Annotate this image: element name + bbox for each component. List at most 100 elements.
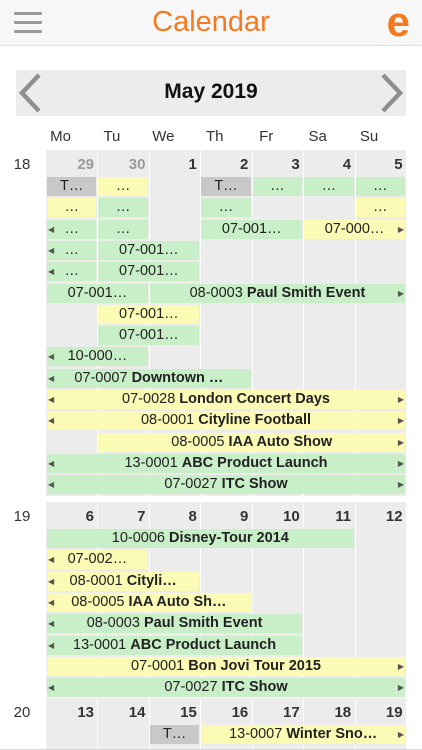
day-number[interactable]: 14 xyxy=(101,704,148,721)
event-bar[interactable]: … xyxy=(201,198,251,218)
continue-left-icon: ◀ xyxy=(48,640,55,650)
brand-logo[interactable]: e xyxy=(387,1,410,43)
event-bar[interactable]: 07-000… ▶ xyxy=(304,219,405,239)
event-bar[interactable]: … xyxy=(98,198,148,218)
day-number[interactable]: 3 xyxy=(256,156,303,173)
event-code: 10-0006 xyxy=(111,530,165,546)
event-bar[interactable]: ◀ 07-0028 London Concert Days ▶ xyxy=(47,390,405,409)
event-code: … xyxy=(64,199,79,216)
event-code: … xyxy=(115,178,131,194)
event-code: 13-0001 xyxy=(73,636,127,653)
day-number[interactable]: 6 xyxy=(50,508,97,525)
continue-right-icon: ▶ xyxy=(397,683,404,693)
event-bar[interactable]: ◀ 10-000… xyxy=(47,347,148,367)
event-title: Paul Smith Event xyxy=(246,284,366,301)
event-bar[interactable]: 07-0001 Bon Jovi Tour 2015 ▶ xyxy=(47,656,405,676)
event-bar[interactable]: ◀ 07-002… xyxy=(47,550,148,570)
event-bar[interactable]: 07-001… xyxy=(47,283,148,303)
event-code: 07-001… xyxy=(221,220,282,237)
event-bar[interactable]: … xyxy=(355,198,405,218)
event-code: 07-000… xyxy=(324,220,385,237)
continue-left-icon: ◀ xyxy=(48,352,55,362)
event-bar[interactable]: T… xyxy=(201,177,251,196)
day-number[interactable]: 10 xyxy=(256,508,303,525)
event-title: IAA Auto Sh… xyxy=(128,593,227,610)
event-bar[interactable]: ◀ 08-0003 Paul Smith Event xyxy=(47,614,303,634)
event-bar[interactable]: 07-001… xyxy=(98,326,200,346)
event-code: 07-0001 xyxy=(131,657,185,674)
event-title: Disney-Tour 2014 xyxy=(169,530,289,546)
event-bar[interactable]: … xyxy=(98,177,148,196)
event-bar[interactable]: ◀ 07-0027 ITC Show ▶ xyxy=(47,678,405,698)
event-bar[interactable]: … xyxy=(355,177,405,196)
event-bar[interactable]: ◀ 13-0001 ABC Product Launch xyxy=(47,635,303,655)
event-bar[interactable]: ◀ 08-0001 Cityline Football ▶ xyxy=(47,411,405,431)
day-number[interactable]: 17 xyxy=(256,704,303,721)
event-code: 08-0005 xyxy=(171,433,225,450)
event-bar[interactable]: 07-001… xyxy=(98,304,200,324)
event-bar[interactable]: ◀ 08-0005 IAA Auto Sh… xyxy=(47,592,251,612)
event-bar[interactable]: ◀ 08-0001 Cityli… xyxy=(47,571,200,591)
continue-left-icon: ◀ xyxy=(48,619,55,629)
event-title: ABC Product Launch xyxy=(130,636,277,653)
event-bar[interactable]: ◀ 07-0027 ITC Show ▶ xyxy=(47,475,405,495)
event-bar[interactable]: … xyxy=(304,177,354,196)
event-code: 08-0005 xyxy=(71,593,125,610)
chevron-right-icon[interactable] xyxy=(376,70,406,116)
day-number[interactable]: 1 xyxy=(153,156,200,173)
event-bar[interactable]: ◀ 07-0007 Downtown … xyxy=(47,368,251,388)
day-number[interactable]: 16 xyxy=(204,704,251,721)
event-code: 07-001… xyxy=(119,327,179,344)
event-bar[interactable]: 07-001… xyxy=(98,262,200,282)
event-title: Cityli… xyxy=(126,572,177,589)
week-number: 18 xyxy=(13,156,31,173)
day-number[interactable]: 11 xyxy=(307,508,354,525)
event-bar[interactable]: ◀… xyxy=(47,219,97,239)
day-number[interactable]: 12 xyxy=(359,508,406,525)
day-number[interactable]: 2 xyxy=(204,156,251,173)
continue-right-icon: ▶ xyxy=(397,288,404,298)
chevron-left-icon[interactable] xyxy=(16,70,46,116)
day-number[interactable]: 29 xyxy=(50,156,97,173)
event-bar[interactable]: ◀… xyxy=(47,262,97,282)
event-code: 08-0001 xyxy=(140,412,195,429)
day-number[interactable]: 7 xyxy=(101,508,148,525)
continue-left-icon: ◀ xyxy=(48,245,55,255)
week-row: 18 29 30 1 2 3 4 5 T…… T…………………… ◀…… 07-001… 07-000…… xyxy=(0,150,422,496)
event-code: 07-0028 xyxy=(122,391,176,407)
event-bar[interactable]: ◀ 13-0001 ABC Product Launch ▶ xyxy=(47,453,405,473)
weekday-label: Sa xyxy=(308,128,327,145)
event-bar[interactable]: … xyxy=(47,198,97,218)
day-number[interactable]: 15 xyxy=(153,704,200,721)
event-bar[interactable]: ◀… xyxy=(47,240,97,260)
event-bar[interactable]: 10-0006 Disney-Tour 2014 xyxy=(47,529,354,548)
event-bar[interactable]: T… xyxy=(149,725,200,744)
continue-left-icon: ◀ xyxy=(48,597,55,607)
event-bar[interactable]: 07-001… xyxy=(201,219,303,239)
day-number[interactable]: 18 xyxy=(307,704,354,721)
event-bar[interactable]: 08-0005 IAA Auto Show ▶ xyxy=(98,432,405,452)
event-code: … xyxy=(321,178,337,194)
continue-left-icon: ◀ xyxy=(48,395,55,404)
day-number[interactable]: 19 xyxy=(359,704,406,721)
event-bar[interactable]: 07-001… xyxy=(98,240,200,260)
day-number[interactable]: 4 xyxy=(307,156,354,173)
event-code: 13-0007 xyxy=(229,726,283,742)
event-title: Winter Sno… xyxy=(286,726,378,742)
day-number[interactable]: 9 xyxy=(204,508,251,525)
event-bar[interactable]: 08-0003 Paul Smith Event ▶ xyxy=(149,283,405,303)
day-number[interactable]: 13 xyxy=(50,704,97,721)
day-number[interactable]: 30 xyxy=(101,156,148,173)
event-bar[interactable]: … xyxy=(98,219,148,239)
continue-right-icon: ▶ xyxy=(397,224,404,234)
event-code: … xyxy=(115,220,131,237)
event-bar[interactable]: T… xyxy=(47,177,97,196)
continue-right-icon: ▶ xyxy=(397,730,404,739)
day-number[interactable]: 8 xyxy=(153,508,200,525)
continue-right-icon: ▶ xyxy=(397,661,404,671)
day-number[interactable]: 5 xyxy=(359,156,406,173)
event-bar[interactable]: 13-0007 Winter Sno… ▶ xyxy=(201,725,405,744)
weekday-label: We xyxy=(152,128,175,145)
event-code: 07-0007 xyxy=(74,369,128,386)
event-bar[interactable]: … xyxy=(252,177,303,196)
